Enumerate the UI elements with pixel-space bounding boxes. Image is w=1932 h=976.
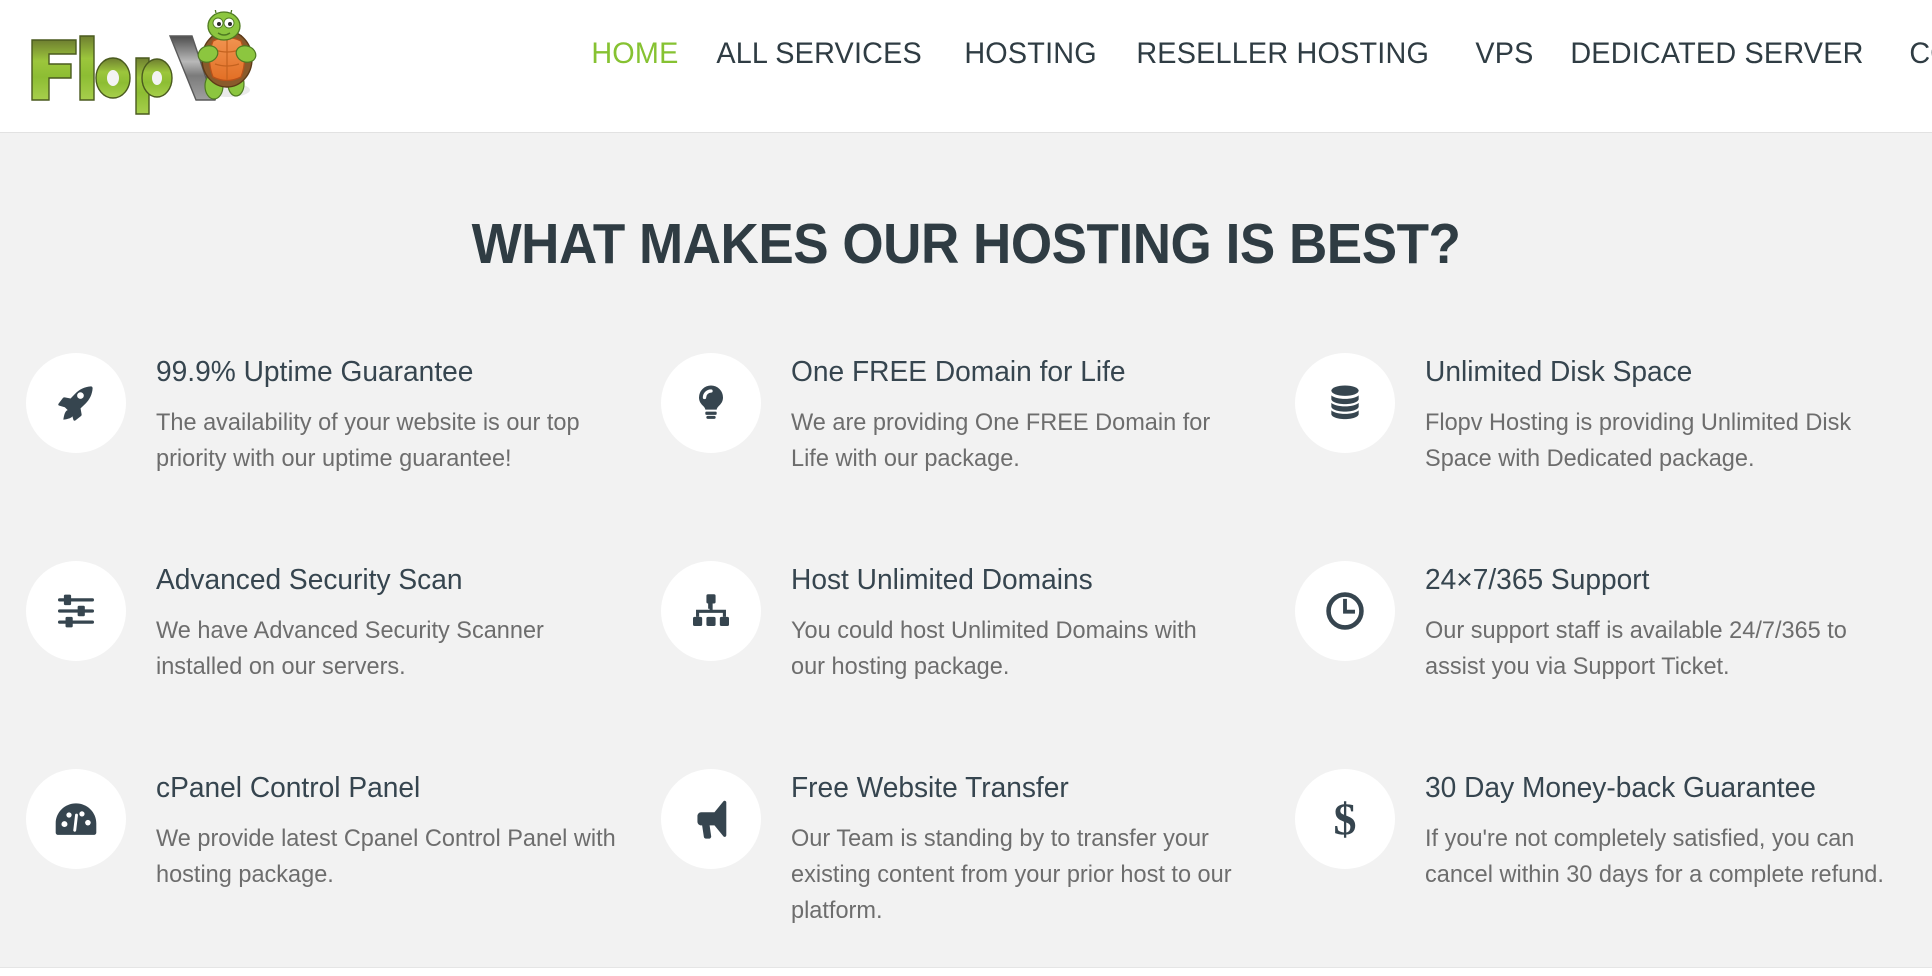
feature-title: Advanced Security Scan	[156, 564, 463, 596]
feature-title: 30 Day Money-back Guarantee	[1425, 772, 1817, 804]
lightbulb-icon	[660, 353, 761, 453]
feature-description: If you're not completely satisfied, you …	[1425, 825, 1885, 888]
feature-title: 24×7/365 Support	[1425, 564, 1650, 596]
feature-text: Advanced Security Scan We have Advanced …	[156, 561, 611, 685]
feature-text: Free Website Transfer Our Team is standi…	[791, 769, 1261, 929]
dollar-icon: $	[1295, 769, 1396, 869]
nav-item-contact[interactable]: CONTACT	[1893, 34, 1932, 74]
features-section: WHAT MAKES OUR HOSTING IS BEST? 99.9% Up…	[0, 133, 1932, 976]
site-logo[interactable]	[18, 10, 258, 122]
flopv-logo-icon	[31, 10, 257, 115]
feature-card: One FREE Domain for Life We are providin…	[653, 345, 1278, 553]
feature-text: 24×7/365 Support Our support staff is av…	[1425, 561, 1880, 685]
feature-title: Unlimited Disk Space	[1425, 356, 1693, 388]
feature-card: Advanced Security Scan We have Advanced …	[18, 553, 643, 761]
feature-text: cPanel Control Panel We provide latest C…	[156, 769, 626, 893]
feature-description: Flopv Hosting is providing Unlimited Dis…	[1425, 409, 1852, 472]
nav-item-hosting[interactable]: HOSTING	[948, 34, 1113, 74]
feature-description: Our support staff is available 24/7/365 …	[1425, 617, 1848, 680]
feature-title: One FREE Domain for Life	[790, 356, 1126, 388]
feature-text: Host Unlimited Domains You could host Un…	[791, 561, 1246, 685]
feature-text: Unlimited Disk Space Flopv Hosting is pr…	[1425, 353, 1880, 477]
megaphone-icon	[660, 769, 761, 869]
feature-description: We are providing One FREE Domain for Lif…	[790, 409, 1210, 472]
feature-title: 99.9% Uptime Guarantee	[156, 356, 474, 388]
feature-card: Free Website Transfer Our Team is standi…	[653, 761, 1278, 969]
feature-description: We provide latest Cpanel Control Panel w…	[156, 825, 616, 888]
feature-title: Host Unlimited Domains	[790, 564, 1093, 596]
feature-card: 99.9% Uptime Guarantee The availability …	[18, 345, 643, 553]
database-icon	[1295, 353, 1396, 453]
feature-card: cPanel Control Panel We provide latest C…	[18, 761, 643, 969]
rocket-icon	[26, 353, 126, 453]
main-navigation: HOME ALL SERVICES HOSTING RESELLER HOSTI…	[575, 34, 1932, 74]
features-grid: 99.9% Uptime Guarantee The availability …	[0, 345, 1932, 969]
feature-description: The availability of your website is our …	[156, 409, 580, 472]
feature-title: cPanel Control Panel	[156, 772, 421, 804]
feature-text: 99.9% Uptime Guarantee The availability …	[156, 353, 611, 477]
feature-card: 24×7/365 Support Our support staff is av…	[1287, 553, 1912, 761]
feature-description: We have Advanced Security Scanner instal…	[156, 617, 544, 680]
clock-icon	[1295, 561, 1396, 661]
feature-description: You could host Unlimited Domains with ou…	[790, 617, 1197, 680]
sitemap-icon	[660, 561, 761, 661]
nav-item-vps[interactable]: VPS	[1459, 34, 1550, 74]
feature-title: Free Website Transfer	[790, 772, 1069, 804]
feature-text: One FREE Domain for Life We are providin…	[791, 353, 1246, 477]
site-header: HOME ALL SERVICES HOSTING RESELLER HOSTI…	[0, 0, 1932, 133]
feature-card: Host Unlimited Domains You could host Un…	[653, 553, 1278, 761]
page-footer-strip	[0, 967, 1932, 976]
page-title: WHAT MAKES OUR HOSTING IS BEST?	[471, 212, 1461, 276]
sliders-icon	[26, 561, 126, 661]
nav-item-home[interactable]: HOME	[575, 34, 695, 74]
feature-card: Unlimited Disk Space Flopv Hosting is pr…	[1287, 345, 1912, 553]
nav-item-reseller-hosting[interactable]: RESELLER HOSTING	[1120, 34, 1445, 74]
feature-description: Our Team is standing by to transfer your…	[790, 825, 1232, 924]
nav-item-all-services[interactable]: ALL SERVICES	[700, 34, 938, 74]
feature-text: 30 Day Money-back Guarantee If you're no…	[1425, 769, 1895, 893]
svg-text:$: $	[1334, 796, 1357, 842]
dashboard-icon	[26, 769, 126, 869]
nav-item-dedicated-server[interactable]: DEDICATED SERVER	[1554, 34, 1880, 74]
feature-card: $ 30 Day Money-back Guarantee If you're …	[1287, 761, 1912, 969]
